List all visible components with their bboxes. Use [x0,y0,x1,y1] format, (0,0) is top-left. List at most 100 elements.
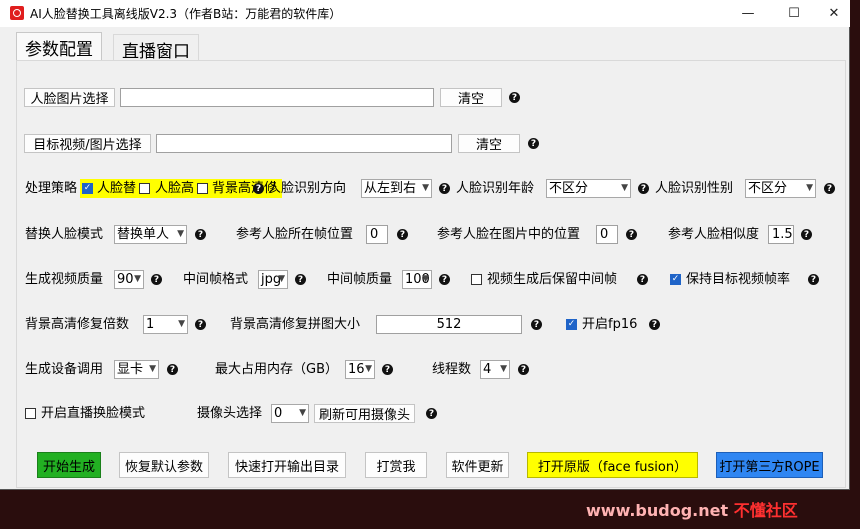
ref-similarity-label: 参考人脸相似度 [668,227,760,242]
keep-fps-checkbox[interactable]: ✓ [670,274,681,285]
camera-label: 摄像头选择 [197,406,263,421]
target-video-path-input[interactable] [156,134,452,153]
face-enhance-label: 人脸高 [155,181,195,196]
chevron-down-icon: ▼ [500,364,507,374]
help-icon[interactable]: ? [426,408,437,419]
video-quality-select[interactable]: 90 ▼ [114,270,144,289]
threads-select[interactable]: 4 ▼ [480,360,510,379]
help-icon[interactable]: ? [253,183,264,194]
help-icon[interactable]: ? [397,229,408,240]
help-icon[interactable]: ? [824,183,835,194]
chevron-down-icon: ▼ [806,183,813,193]
face-enhance-checkbox[interactable] [139,183,150,194]
face-gender-select[interactable]: 不区分 ▼ [745,179,816,198]
target-video-clear-button[interactable]: 清空 [458,134,520,153]
chevron-down-icon: ▼ [134,274,141,284]
face-age-select[interactable]: 不区分 ▼ [546,179,631,198]
enhance-tile-label: 背景高清修复拼图大小 [230,317,361,332]
max-memory-select[interactable]: 16 ▼ [345,360,375,379]
keep-frames-label: 视频生成后保留中间帧 [487,272,618,287]
app-window: AI人脸替换工具离线版V2.3（作者B站：万能君的软件库） — ☐ ✕ 参数配置… [0,0,850,490]
face-image-select-button[interactable]: 人脸图片选择 [24,88,115,107]
chevron-down-icon: ▼ [278,274,285,284]
ref-frame-position-input[interactable]: 0 [366,225,388,244]
help-icon[interactable]: ? [531,319,542,330]
frame-format-select[interactable]: jpg ▼ [258,270,288,289]
help-icon[interactable]: ? [808,274,819,285]
ref-frame-position-label: 参考人脸所在帧位置 [236,227,354,242]
chevron-down-icon: ▼ [365,364,372,374]
help-icon[interactable]: ? [638,183,649,194]
refresh-camera-button[interactable]: 刷新可用摄像头 [314,404,415,423]
help-icon[interactable]: ? [295,274,306,285]
replace-mode-label: 替换人脸模式 [25,227,104,242]
enhance-scale-select[interactable]: 1 ▼ [143,315,188,334]
chevron-down-icon: ▼ [149,364,156,374]
app-icon [10,6,24,20]
max-memory-label: 最大占用内存（GB） [215,362,338,377]
open-output-dir-button[interactable]: 快速打开输出目录 [228,452,346,478]
help-icon[interactable]: ? [649,319,660,330]
chevron-down-icon: ▼ [621,183,628,193]
help-icon[interactable]: ? [518,364,529,375]
watermark-site: www.budog.net [586,501,729,520]
device-label: 生成设备调用 [25,362,104,377]
ref-similarity-input[interactable]: 1.5 [768,225,794,244]
donate-button[interactable]: 打赏我 [365,452,427,478]
software-update-button[interactable]: 软件更新 [446,452,509,478]
help-icon[interactable]: ? [626,229,637,240]
face-swap-label: 人脸替 [97,181,137,196]
fp16-label: 开启fp16 [582,317,638,332]
processing-strategy-label: 处理策略 [25,181,78,196]
frame-format-label: 中间帧格式 [183,272,249,287]
face-swap-checkbox[interactable]: ✓ [82,183,93,194]
help-icon[interactable]: ? [637,274,648,285]
help-icon[interactable]: ? [439,183,450,194]
face-image-path-input[interactable] [120,88,434,107]
frame-quality-label: 中间帧质量 [327,272,393,287]
tab-params[interactable]: 参数配置 [16,32,102,61]
start-generate-button[interactable]: 开始生成 [37,452,101,478]
video-quality-label: 生成视频质量 [25,272,104,287]
chevron-down-icon: ▼ [422,183,429,193]
watermark: www.budog.net 不懂社区 [586,497,798,521]
fp16-checkbox[interactable]: ✓ [566,319,577,330]
help-icon[interactable]: ? [167,364,178,375]
maximize-button[interactable]: ☐ [772,0,816,27]
tab-live[interactable]: 直播窗口 [113,34,199,62]
help-icon[interactable]: ? [382,364,393,375]
help-icon[interactable]: ? [195,319,206,330]
frame-quality-select[interactable]: 100 ▼ [402,270,432,289]
enhance-tile-input[interactable]: 512 [376,315,522,334]
watermark-name: 不懂社区 [733,501,798,520]
face-image-clear-button[interactable]: 清空 [440,88,502,107]
live-mode-label: 开启直播换脸模式 [41,406,146,421]
title-bar: AI人脸替换工具离线版V2.3（作者B站：万能君的软件库） — ☐ ✕ [0,0,850,27]
help-icon[interactable]: ? [151,274,162,285]
help-icon[interactable]: ? [801,229,812,240]
reset-defaults-button[interactable]: 恢复默认参数 [119,452,209,478]
threads-label: 线程数 [432,362,472,377]
help-icon[interactable]: ? [528,138,539,149]
background-enhance-checkbox[interactable] [197,183,208,194]
keep-frames-checkbox[interactable] [471,274,482,285]
camera-select[interactable]: 0 ▼ [271,404,309,423]
help-icon[interactable]: ? [439,274,450,285]
ref-image-position-input[interactable]: 0 [596,225,618,244]
face-direction-label: 人脸识别方向 [268,181,347,196]
face-age-label: 人脸识别年龄 [456,181,535,196]
minimize-button[interactable]: — [726,0,770,27]
live-mode-checkbox[interactable] [25,408,36,419]
keep-fps-label: 保持目标视频帧率 [686,272,791,287]
device-select[interactable]: 显卡 ▼ [114,360,159,379]
replace-mode-select[interactable]: 替换单人 ▼ [114,225,187,244]
help-icon[interactable]: ? [509,92,520,103]
target-video-select-button[interactable]: 目标视频/图片选择 [24,134,151,153]
open-rope-button[interactable]: 打开第三方ROPE [716,452,823,478]
help-icon[interactable]: ? [195,229,206,240]
open-original-button[interactable]: 打开原版（face fusion） [527,452,698,478]
chevron-down-icon: ▼ [422,274,429,284]
close-button[interactable]: ✕ [812,0,856,27]
face-direction-select[interactable]: 从左到右 ▼ [361,179,432,198]
window-title: AI人脸替换工具离线版V2.3（作者B站：万能君的软件库） [30,7,342,21]
